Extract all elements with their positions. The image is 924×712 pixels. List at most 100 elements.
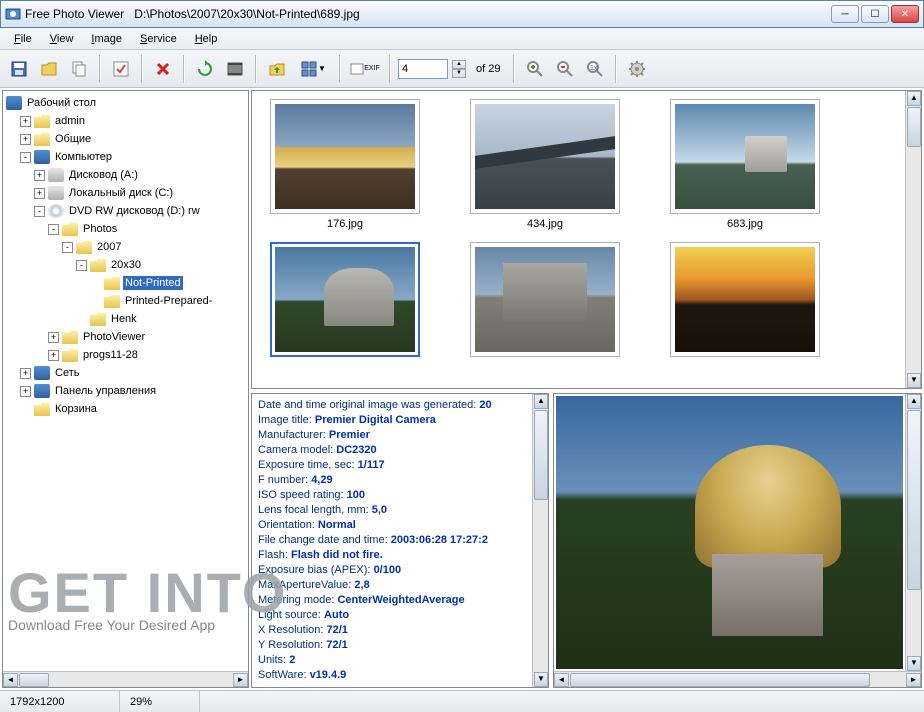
preview-hscrollbar[interactable]: ◄ ►	[554, 671, 921, 687]
expand-toggle[interactable]: -	[62, 242, 73, 253]
expand-toggle[interactable]: +	[20, 386, 31, 397]
slideshow-button[interactable]	[222, 56, 248, 82]
expand-toggle[interactable]: +	[48, 332, 59, 343]
scroll-down-icon[interactable]: ▼	[907, 656, 921, 671]
expand-toggle[interactable]: -	[20, 152, 31, 163]
page-input[interactable]	[398, 59, 448, 79]
tree-label[interactable]: Общие	[53, 132, 93, 146]
page-spinner[interactable]: ▲▼	[452, 60, 466, 78]
tree-node[interactable]: Henk	[6, 310, 245, 328]
scroll-up-icon[interactable]: ▲	[534, 394, 548, 409]
thumbnail-item[interactable]	[470, 242, 620, 357]
menu-help[interactable]: Help	[187, 31, 226, 47]
tree-label[interactable]: 20x30	[109, 258, 143, 272]
tree-node[interactable]: + Общие	[6, 130, 245, 148]
menu-service[interactable]: Service	[132, 31, 185, 47]
scroll-thumb[interactable]	[534, 410, 548, 500]
tree-node[interactable]: - 2007	[6, 238, 245, 256]
scroll-left-icon[interactable]: ◄	[3, 673, 18, 687]
tree-label[interactable]: 2007	[95, 240, 123, 254]
thumbnail-item[interactable]	[670, 242, 820, 357]
scroll-up-icon[interactable]: ▲	[907, 91, 921, 106]
tree-node[interactable]: Not-Printed	[6, 274, 245, 292]
close-button[interactable]: ✕	[891, 5, 919, 23]
expand-toggle[interactable]: -	[76, 260, 87, 271]
view-mode-button[interactable]: ▼	[294, 56, 332, 82]
expand-toggle[interactable]: +	[34, 170, 45, 181]
expand-toggle[interactable]: +	[20, 116, 31, 127]
exif-vscrollbar[interactable]: ▲ ▼	[532, 394, 548, 687]
tree-label[interactable]: Photos	[81, 222, 119, 236]
scroll-right-icon[interactable]: ►	[233, 673, 248, 687]
thumbnail-item[interactable]: 683.jpg	[670, 99, 820, 230]
thumbnail-item[interactable]: 434.jpg	[470, 99, 620, 230]
scroll-thumb[interactable]	[19, 673, 49, 687]
scroll-right-icon[interactable]: ►	[906, 673, 921, 687]
up-folder-button[interactable]	[264, 56, 290, 82]
tree-node[interactable]: + Дисковод (A:)	[6, 166, 245, 184]
menu-view[interactable]: View	[42, 31, 82, 47]
save-button[interactable]	[6, 56, 32, 82]
expand-toggle[interactable]: +	[34, 188, 45, 199]
zoom-actual-button[interactable]: 1x	[582, 56, 608, 82]
tree-label[interactable]: progs11-28	[81, 348, 140, 362]
scroll-thumb[interactable]	[907, 107, 921, 147]
tree-node[interactable]: + Сеть	[6, 364, 245, 382]
scroll-down-icon[interactable]: ▼	[534, 672, 548, 687]
tree-node[interactable]: + Локальный диск (C:)	[6, 184, 245, 202]
tree-node[interactable]: - 20x30	[6, 256, 245, 274]
expand-toggle[interactable]: -	[48, 224, 59, 235]
tree-label[interactable]: Not-Printed	[123, 276, 183, 290]
zoom-in-button[interactable]	[522, 56, 548, 82]
exif-button[interactable]: EXIF	[348, 56, 382, 82]
tree-root-label[interactable]: Рабочий стол	[25, 96, 98, 110]
preview-image[interactable]	[556, 396, 903, 669]
tree-label[interactable]: Сеть	[53, 366, 81, 380]
menu-file[interactable]: File	[6, 31, 40, 47]
tree-label[interactable]: PhotoViewer	[81, 330, 147, 344]
scroll-thumb[interactable]	[570, 673, 870, 687]
preview-vscrollbar[interactable]: ▲ ▼	[905, 394, 921, 671]
check-button[interactable]	[108, 56, 134, 82]
tree-node[interactable]: - Компьютер	[6, 148, 245, 166]
expand-toggle[interactable]: -	[34, 206, 45, 217]
tree-label[interactable]: DVD RW дисковод (D:) rw	[67, 204, 202, 218]
scroll-thumb[interactable]	[907, 410, 921, 590]
scroll-left-icon[interactable]: ◄	[554, 673, 569, 687]
tree-label[interactable]: Локальный диск (C:)	[67, 186, 175, 200]
settings-button[interactable]	[624, 56, 650, 82]
scroll-up-icon[interactable]: ▲	[907, 394, 921, 409]
tree-node[interactable]: + progs11-28	[6, 346, 245, 364]
delete-button[interactable]	[150, 56, 176, 82]
tree-node[interactable]: + Панель управления	[6, 382, 245, 400]
tree-node[interactable]: - Photos	[6, 220, 245, 238]
tree-label[interactable]: Henk	[109, 312, 139, 326]
thumbnails-vscrollbar[interactable]: ▲ ▼	[905, 91, 921, 388]
thumbnail-item[interactable]: 176.jpg	[270, 99, 420, 230]
menu-image[interactable]: Image	[83, 31, 130, 47]
thumbnail-item[interactable]	[270, 242, 420, 357]
scroll-down-icon[interactable]: ▼	[907, 373, 921, 388]
tree-node[interactable]: + admin	[6, 112, 245, 130]
expand-toggle[interactable]: +	[20, 368, 31, 379]
expand-toggle[interactable]: +	[48, 350, 59, 361]
maximize-button[interactable]: ☐	[861, 5, 889, 23]
tree-label[interactable]: Компьютер	[53, 150, 114, 164]
tree-hscrollbar[interactable]: ◄ ►	[3, 671, 248, 687]
folder-tree[interactable]: Рабочий стол + admin + Общие - Компьютер + Диск…	[3, 91, 248, 671]
tree-node[interactable]: Printed-Prepared-	[6, 292, 245, 310]
tree-label[interactable]: Дисковод (A:)	[67, 168, 140, 182]
zoom-out-button[interactable]	[552, 56, 578, 82]
tree-label[interactable]: admin	[53, 114, 87, 128]
open-button[interactable]	[36, 56, 62, 82]
tree-node[interactable]: + PhotoViewer	[6, 328, 245, 346]
refresh-button[interactable]	[192, 56, 218, 82]
tree-label[interactable]: Корзина	[53, 402, 99, 416]
tree-node[interactable]: Корзина	[6, 400, 245, 418]
expand-toggle[interactable]: +	[20, 134, 31, 145]
minimize-button[interactable]: ─	[831, 5, 859, 23]
tree-node[interactable]: - DVD RW дисковод (D:) rw	[6, 202, 245, 220]
copy-button[interactable]	[66, 56, 92, 82]
tree-label[interactable]: Printed-Prepared-	[123, 294, 214, 308]
tree-label[interactable]: Панель управления	[53, 384, 158, 398]
